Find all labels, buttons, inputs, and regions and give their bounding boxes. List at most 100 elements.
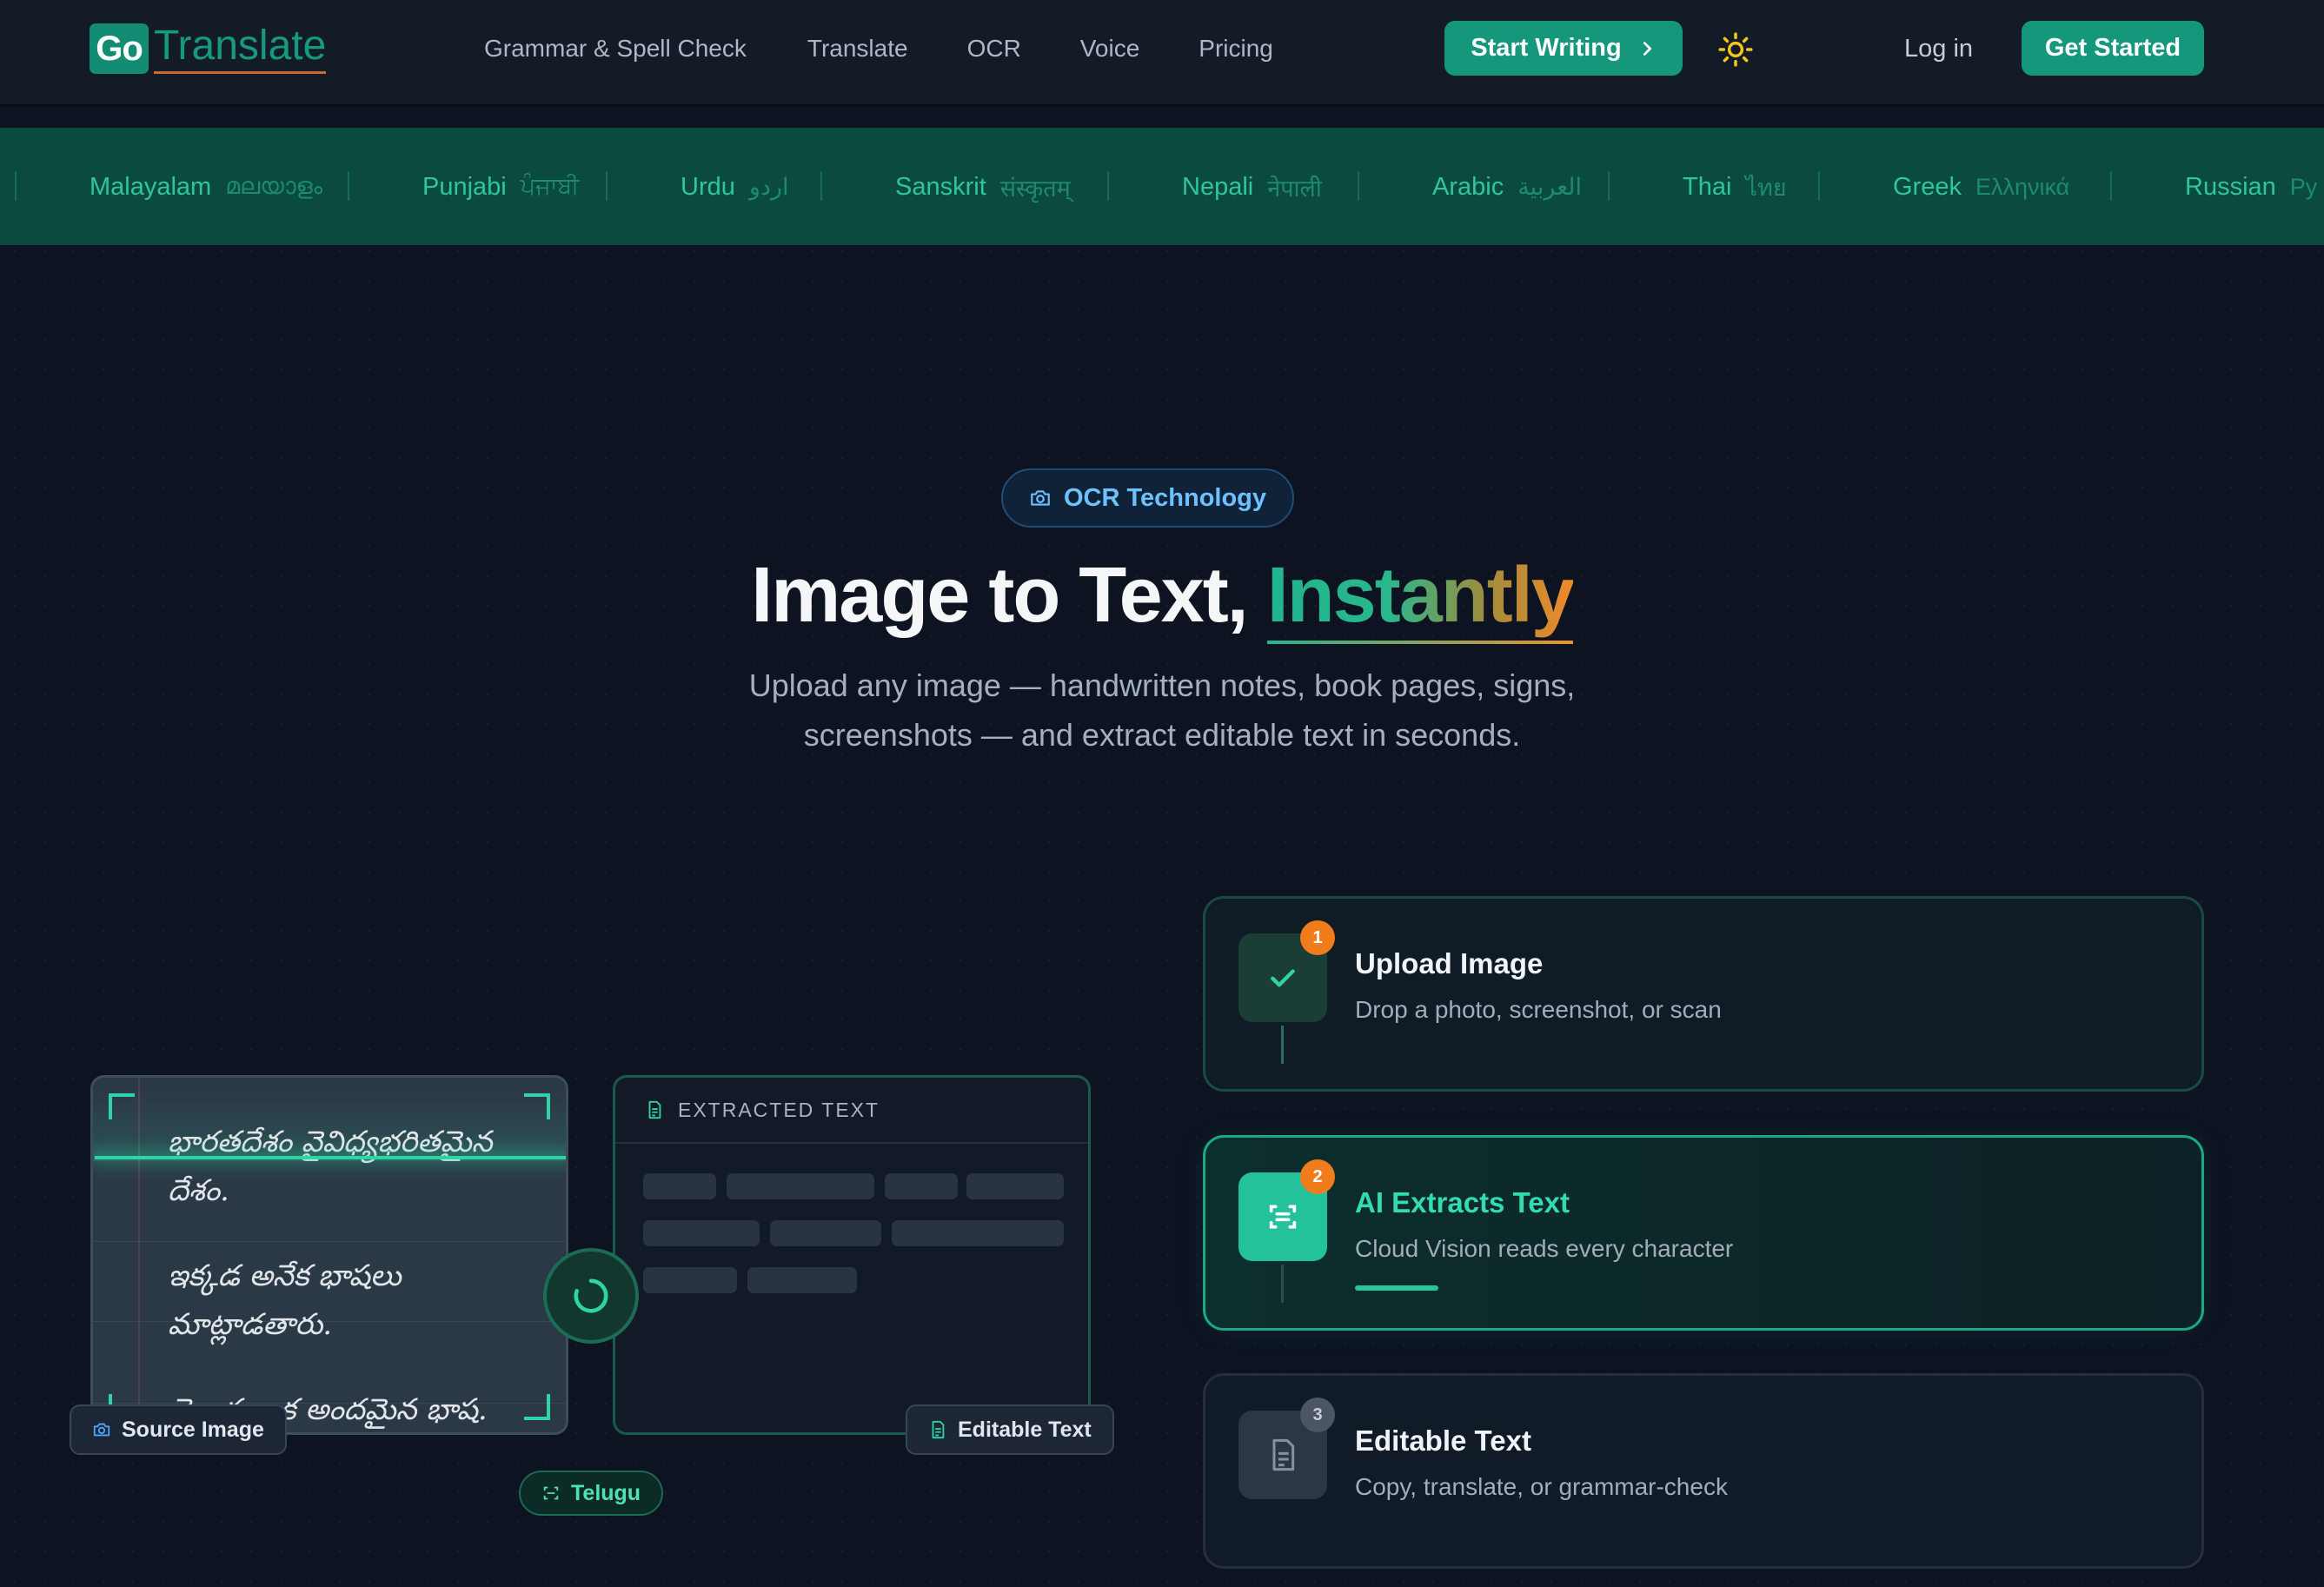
ticker-separator	[1818, 171, 1820, 201]
notebook-rule	[93, 1241, 566, 1242]
logo[interactable]: Go Translate	[90, 23, 327, 75]
extracted-text-header: EXTRACTED TEXT	[615, 1078, 1088, 1144]
step-connector	[1281, 1026, 1284, 1064]
document-icon	[1272, 1438, 1295, 1471]
step-ai-extracts-text: 2 AI Extracts Text Cloud Vision reads ev…	[1203, 1135, 2204, 1331]
login-link[interactable]: Log in	[1904, 31, 1973, 66]
scan-corner	[524, 1093, 550, 1119]
language-native: संस्कृतम्	[999, 175, 1071, 202]
ticker-separator	[1608, 171, 1610, 201]
start-writing-label: Start Writing	[1471, 34, 1622, 62]
scan-icon	[543, 1486, 559, 1500]
skeleton-line	[643, 1173, 716, 1199]
step-number-badge: 2	[1300, 1159, 1335, 1194]
ticker-separator	[820, 171, 822, 201]
skeleton-line	[643, 1267, 737, 1293]
skeleton-line	[747, 1267, 857, 1293]
scan-corner	[524, 1394, 550, 1420]
nav-links: Grammar & Spell Check Translate OCR Voic…	[484, 31, 1332, 66]
ticker-item-thai: Thai ไทย	[1683, 169, 1787, 204]
language-name: Russian	[2185, 172, 2276, 201]
ticker-item-punjabi: Punjabi ਪੰਜਾਬੀ	[422, 169, 580, 204]
badge-label: OCR Technology	[1063, 483, 1267, 512]
skeleton-line	[643, 1220, 760, 1246]
scan-line	[95, 1156, 566, 1159]
ticker-separator	[606, 171, 608, 201]
source-text-line: ఇక్కడ అనేక భాషలు	[168, 1258, 402, 1293]
nav-link-voice[interactable]: Voice	[1080, 31, 1140, 66]
skeleton-line	[727, 1173, 874, 1199]
language-name: Sanskrit	[895, 172, 986, 201]
hero-subtitle: Upload any image — handwritten notes, bo…	[669, 661, 1655, 760]
source-text-line: మాట్లాడతారు.	[168, 1307, 333, 1342]
language-native: Ру	[2289, 173, 2318, 200]
nav-link-grammar[interactable]: Grammar & Spell Check	[484, 31, 747, 66]
camera-icon	[93, 1423, 110, 1437]
language-tag: Telugu	[519, 1471, 664, 1516]
source-text-line: భారతదేశం వైవిధ్యభరితమైన	[168, 1125, 493, 1159]
language-name: Nepali	[1182, 172, 1254, 201]
subtitle-line-2: screenshots — and extract editable text …	[803, 717, 1521, 753]
logo-translate: Translate	[154, 23, 327, 74]
logo-go: Go	[90, 23, 149, 74]
camera-icon	[1031, 490, 1050, 506]
language-native: اردو	[748, 173, 789, 200]
skeleton-line	[770, 1220, 881, 1246]
language-native: Ελληνικά	[1975, 173, 2070, 200]
step-number-badge: 3	[1300, 1398, 1335, 1432]
ticker-item-russian: Russian Ру	[2185, 169, 2317, 204]
step-description: Copy, translate, or grammar-check	[1355, 1473, 1728, 1500]
skeleton-line	[885, 1173, 958, 1199]
sun-icon[interactable]	[1717, 31, 1754, 68]
ticker-separator	[1107, 171, 1109, 201]
language-name: Greek	[1893, 172, 1962, 201]
skeleton-line	[966, 1173, 1064, 1199]
extracted-text-label: EXTRACTED TEXT	[678, 1098, 880, 1121]
subtitle-line-1: Upload any image — handwritten notes, bo…	[748, 667, 1576, 703]
editable-text-text: Editable Text	[958, 1417, 1092, 1442]
language-name: Thai	[1683, 172, 1732, 201]
language-name: Arabic	[1432, 172, 1504, 201]
step-title: Upload Image	[1355, 947, 1544, 979]
source-text-line: దేశం.	[168, 1173, 229, 1208]
language-native: नेपाली	[1267, 175, 1322, 202]
ticker-item-sanskrit: Sanskrit संस्कृतम्	[895, 169, 1071, 204]
document-icon	[932, 1420, 945, 1439]
nav-link-translate[interactable]: Translate	[807, 31, 908, 66]
page-title: Image to Text, Instantly	[0, 548, 2324, 644]
step-number-badge: 1	[1300, 920, 1335, 955]
scan-corner	[109, 1093, 135, 1119]
language-name: Malayalam	[90, 172, 212, 201]
step-description: Cloud Vision reads every character	[1355, 1235, 1734, 1262]
ticker-item-urdu: Urdu اردو	[681, 169, 788, 204]
navbar: Go Translate Grammar & Spell Check Trans…	[0, 0, 2324, 106]
ticker-separator	[2110, 171, 2112, 201]
ticker-separator	[348, 171, 349, 201]
processing-spinner	[543, 1248, 639, 1344]
source-image-card: భారతదేశం వైవిధ్యభరితమైన దేశం. ఇక్కడ అనేక…	[90, 1075, 568, 1435]
ticker-item-malayalam: Malayalam മലയാളം	[90, 169, 322, 204]
ocr-badge: OCR Technology	[1001, 468, 1294, 528]
get-started-button[interactable]: Get Started	[2022, 21, 2204, 76]
step-description: Drop a photo, screenshot, or scan	[1355, 996, 1722, 1023]
ticker-separator	[1358, 171, 1359, 201]
extracted-text-card: EXTRACTED TEXT	[613, 1075, 1091, 1435]
nav-link-pricing[interactable]: Pricing	[1199, 31, 1273, 66]
ticker-item-greek: Greek Ελληνικά	[1893, 169, 2069, 204]
step-connector	[1281, 1265, 1284, 1303]
step-title: AI Extracts Text	[1355, 1186, 1570, 1218]
document-icon	[648, 1100, 661, 1119]
step-progress-bar	[1355, 1285, 1438, 1291]
ticker-item-arabic: Arabic العربية	[1432, 169, 1582, 204]
editable-text-label: Editable Text	[906, 1404, 1114, 1455]
step-editable-text: 3 Editable Text Copy, translate, or gram…	[1203, 1373, 2204, 1569]
scan-icon	[1269, 1205, 1297, 1229]
skeleton-line	[892, 1220, 1064, 1246]
language-ticker: Malayalam മലയാളം Punjabi ਪੰਜਾਬੀ Urdu ارد…	[0, 128, 2324, 245]
nav-link-ocr[interactable]: OCR	[967, 31, 1021, 66]
step-title: Editable Text	[1355, 1424, 1531, 1457]
start-writing-button[interactable]: Start Writing	[1444, 21, 1683, 76]
check-icon	[1271, 969, 1295, 987]
ticker-item-nepali: Nepali नेपाली	[1182, 169, 1322, 204]
chevron-right-icon	[1643, 41, 1651, 56]
